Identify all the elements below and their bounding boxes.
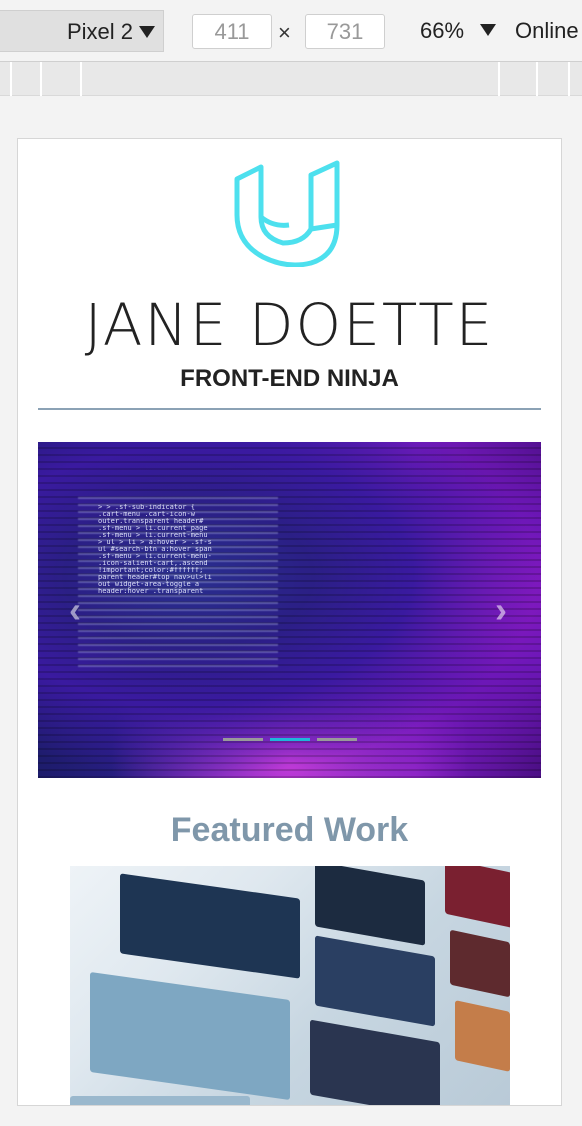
header-divider	[38, 408, 541, 410]
code-line: out widget-area-toggle a	[98, 581, 200, 588]
code-line: .sf-menu > li.current-menu	[98, 532, 208, 539]
emulated-viewport: JANE DOETTE FRONT-END NINJA > > .sf-sub-…	[17, 138, 562, 1106]
carousel-indicator[interactable]	[317, 738, 357, 741]
code-line: parent header#top nav>ul>li	[98, 574, 212, 581]
hero-carousel[interactable]: > > .sf-sub-indicator { .cart-menu .cart…	[38, 442, 541, 778]
featured-work-heading: Featured Work	[170, 811, 409, 849]
featured-work-image[interactable]	[70, 866, 510, 1105]
work-tile	[70, 1096, 250, 1105]
ruler-segment	[80, 62, 82, 96]
carousel-code-text: > > .sf-sub-indicator { .cart-menu .cart…	[98, 504, 288, 595]
code-line: > ul > li > a:hover > .sf-s	[98, 539, 212, 546]
work-tile	[445, 866, 510, 929]
chevron-down-icon	[139, 26, 155, 38]
media-query-ruler[interactable]	[0, 62, 582, 96]
work-tile	[310, 1019, 440, 1105]
udacity-logo-icon	[234, 160, 340, 267]
code-line: .cart-menu .cart-icon-w	[98, 511, 195, 518]
ruler-segment	[568, 62, 570, 96]
viewport-height-input[interactable]: 731	[305, 14, 385, 49]
devtools-device-toolbar: Pixel 2 411 × 731 66% Online	[0, 0, 582, 62]
profile-name: JANE DOETTE	[84, 291, 495, 359]
carousel-indicators	[223, 738, 363, 742]
work-tile	[315, 935, 435, 1027]
work-tile	[90, 971, 290, 1101]
chevron-down-icon	[480, 24, 496, 36]
code-line: ul #search-btn a:hover span	[98, 546, 212, 553]
code-line: !important;color:#ffffff;	[98, 567, 204, 574]
work-tile	[450, 929, 510, 998]
code-line: .icon-salient-cart,.ascend	[98, 560, 208, 567]
work-tile	[315, 866, 425, 946]
carousel-next-icon[interactable]: ›	[486, 592, 516, 628]
ruler-segment	[40, 62, 42, 96]
carousel-indicator[interactable]	[223, 738, 263, 741]
viewport-width-input[interactable]: 411	[192, 14, 272, 49]
ruler-segment	[10, 62, 12, 96]
ruler-segment	[536, 62, 538, 96]
profile-subtitle: FRONT-END NINJA	[180, 365, 399, 392]
code-line: .sf-menu > li.current_page	[98, 525, 208, 532]
code-line: header:hover .transparent	[98, 588, 204, 595]
work-tile	[120, 873, 300, 979]
carousel-prev-icon[interactable]: ‹	[60, 592, 90, 628]
ruler-segment	[498, 62, 500, 96]
dimension-separator: ×	[278, 20, 291, 45]
network-throttle-select[interactable]: Online	[515, 18, 579, 44]
zoom-select[interactable]: 66%	[420, 18, 464, 44]
code-line: .sf-menu > li.current-menu-	[98, 553, 212, 560]
work-tile	[455, 1000, 510, 1072]
code-line: > > .sf-sub-indicator {	[98, 504, 195, 511]
carousel-indicator[interactable]	[270, 738, 310, 741]
device-select-label: Pixel 2	[66, 19, 133, 44]
device-select[interactable]: Pixel 2	[0, 10, 164, 52]
code-line: outer.transparent header#	[98, 518, 204, 525]
